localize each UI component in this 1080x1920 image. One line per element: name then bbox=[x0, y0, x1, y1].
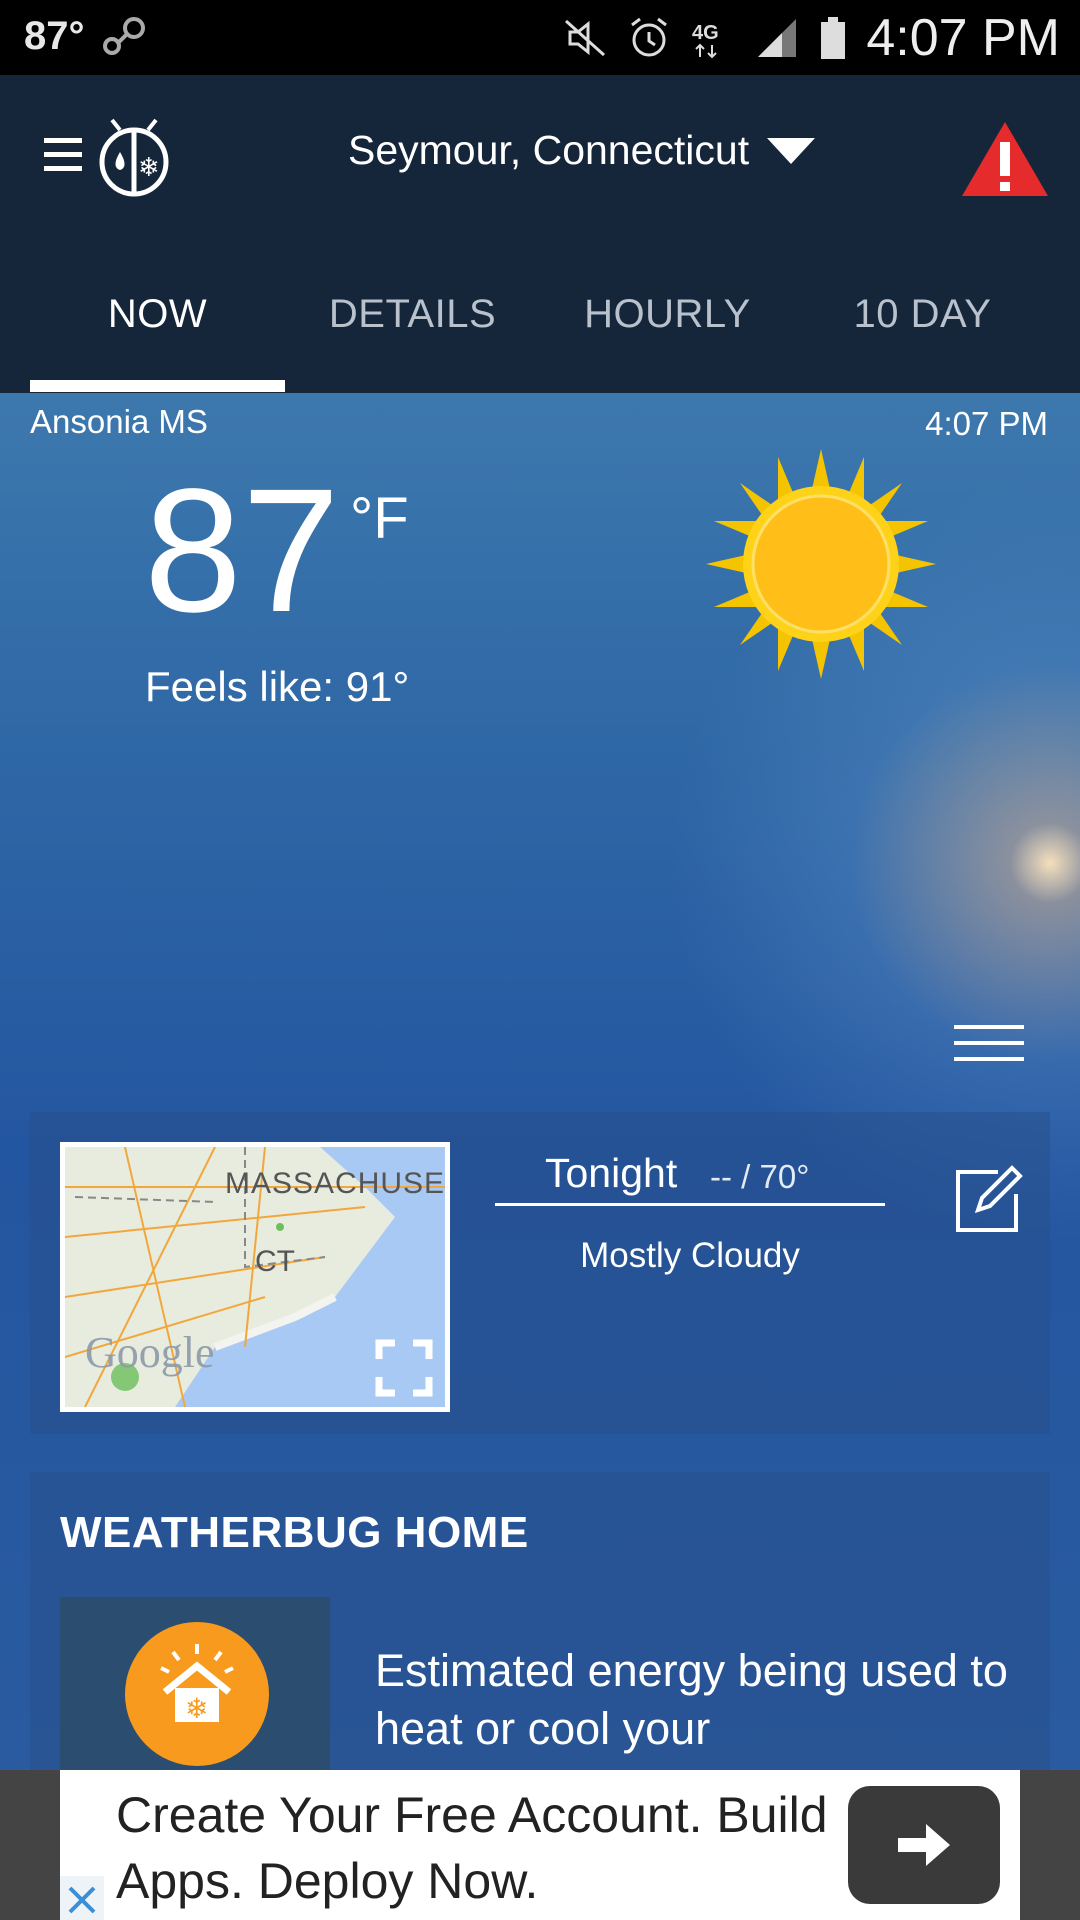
current-conditions-panel: Ansonia MS 4:07 PM 87 °F Feels like: 91° bbox=[0, 393, 1080, 1792]
active-tab-indicator bbox=[30, 380, 285, 392]
ad-arrow-button[interactable] bbox=[848, 1786, 1000, 1904]
status-time: 4:07 PM bbox=[866, 9, 1060, 67]
radar-map-thumbnail[interactable]: MASSACHUSET CT Google bbox=[60, 1142, 450, 1412]
map-label-connecticut: CT bbox=[255, 1245, 295, 1278]
station-name[interactable]: Ansonia MS bbox=[30, 403, 208, 441]
status-bar: 87° 4G 4:07 PM bbox=[0, 0, 1080, 75]
tab-now[interactable]: NOW bbox=[30, 292, 285, 337]
current-temperature: 87 bbox=[144, 453, 340, 649]
map-label-massachusetts: MASSACHUSET bbox=[225, 1167, 445, 1200]
list-view-icon[interactable] bbox=[954, 1025, 1024, 1073]
ad-banner-bar: Create Your Free Account. Build Apps. De… bbox=[0, 1770, 1080, 1920]
chevron-down-icon bbox=[767, 137, 816, 164]
menu-icon[interactable] bbox=[44, 138, 84, 178]
weatherbug-home-card[interactable]: WEATHERBUG HOME ❄ Estimated energy being… bbox=[30, 1472, 1050, 1792]
arrow-right-icon bbox=[898, 1824, 950, 1866]
ad-text: Create Your Free Account. Build Apps. De… bbox=[116, 1787, 828, 1909]
forecast-period-row: Tonight -- / 70° bbox=[495, 1150, 885, 1206]
edit-icon[interactable] bbox=[954, 1164, 1024, 1234]
feels-like: Feels like: 91° bbox=[145, 663, 410, 710]
home-energy-icon: ❄ bbox=[125, 1622, 269, 1766]
home-card-description: Estimated energy being used to heat or c… bbox=[375, 1645, 1008, 1754]
home-card-title: WEATHERBUG HOME bbox=[60, 1508, 529, 1557]
tab-details[interactable]: DETAILS bbox=[285, 292, 540, 337]
location-label: Seymour, Connecticut bbox=[348, 127, 750, 173]
forecast-temps: -- / 70° bbox=[710, 1158, 810, 1195]
location-selector[interactable]: Seymour, Connecticut bbox=[348, 127, 816, 174]
ad-banner[interactable]: Create Your Free Account. Build Apps. De… bbox=[60, 1770, 1020, 1920]
svg-text:❄: ❄ bbox=[138, 153, 160, 183]
alarm-icon bbox=[631, 17, 668, 57]
tab-10-day[interactable]: 10 DAY bbox=[795, 292, 1050, 337]
forecast-period: Tonight bbox=[545, 1150, 678, 1196]
battery-icon bbox=[821, 17, 846, 59]
temperature-unit: °F bbox=[350, 486, 409, 551]
forecast-condition: Mostly Cloudy bbox=[580, 1236, 800, 1275]
signal-icon bbox=[758, 19, 797, 57]
steam-icon bbox=[103, 17, 145, 55]
expand-map-icon[interactable] bbox=[375, 1339, 433, 1397]
forecast-card: MASSACHUSET CT Google Tonight -- / 70° M… bbox=[30, 1112, 1050, 1434]
sunny-icon bbox=[706, 449, 936, 679]
status-temperature: 87° bbox=[24, 14, 85, 58]
network-4g-icon: 4G bbox=[692, 22, 719, 59]
tab-hourly[interactable]: HOURLY bbox=[540, 292, 795, 337]
map-attribution: Google bbox=[85, 1328, 215, 1377]
home-card-thumbnail: ❄ bbox=[60, 1597, 330, 1792]
svg-text:❄: ❄ bbox=[185, 1692, 208, 1725]
weatherbug-logo-icon: ❄ bbox=[99, 118, 169, 197]
tab-bar: NOW DETAILS HOURLY 10 DAY bbox=[0, 262, 1080, 393]
observation-time: 4:07 PM bbox=[925, 405, 1048, 442]
ad-close-icon[interactable] bbox=[60, 1876, 104, 1920]
mute-icon bbox=[565, 19, 606, 57]
svg-text:4G: 4G bbox=[692, 22, 719, 44]
alert-warning-icon[interactable] bbox=[960, 120, 1050, 198]
app-bar: ❄ Seymour, Connecticut NOW DETAILS HOURL… bbox=[0, 75, 1080, 393]
